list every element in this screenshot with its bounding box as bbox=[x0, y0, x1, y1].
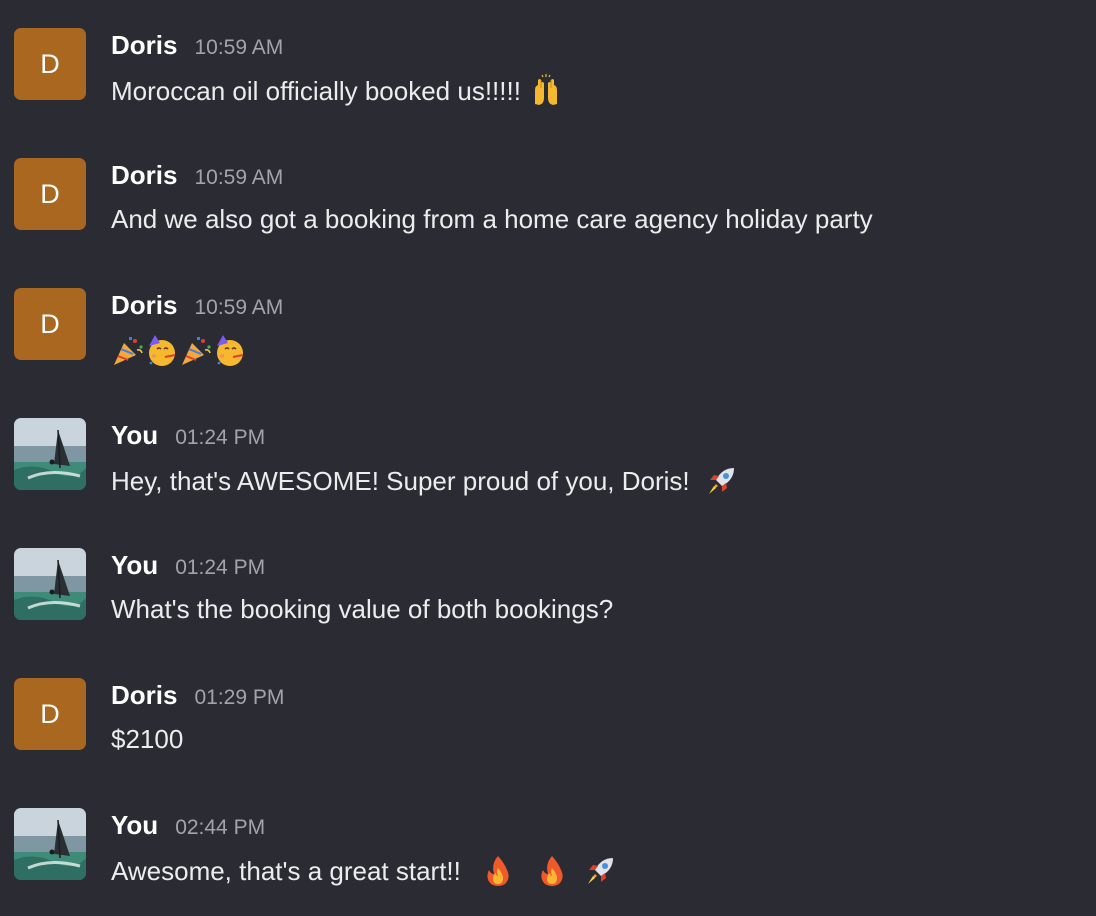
message-text-row: Awesome, that's a great start!! bbox=[111, 854, 617, 888]
avatar[interactable]: D bbox=[14, 158, 86, 230]
message-item: You 01:24 PM Hey, that's AWESOME! Super … bbox=[0, 390, 1096, 510]
avatar[interactable] bbox=[14, 418, 86, 490]
author-name[interactable]: Doris bbox=[111, 160, 177, 191]
author-name[interactable]: You bbox=[111, 420, 158, 451]
message-header: You 02:44 PM bbox=[111, 810, 265, 844]
avatar[interactable]: D bbox=[14, 28, 86, 100]
message-text-row: What's the booking value of both booking… bbox=[111, 594, 613, 625]
message-item: You 01:24 PM What's the booking value of… bbox=[0, 520, 1096, 640]
message-text-row: Hey, that's AWESOME! Super proud of you,… bbox=[111, 464, 738, 498]
message-text: Hey, that's AWESOME! Super proud of you,… bbox=[111, 465, 690, 496]
fire-icon bbox=[481, 854, 515, 888]
avatar[interactable] bbox=[14, 548, 86, 620]
message-text: And we also got a booking from a home ca… bbox=[111, 204, 873, 234]
fire-icon bbox=[535, 854, 569, 888]
message-item: D Doris 10:59 AM Moroccan oil officially… bbox=[0, 0, 1096, 120]
timestamp[interactable]: 01:29 PM bbox=[194, 686, 284, 710]
timestamp[interactable]: 10:59 AM bbox=[194, 296, 283, 320]
message-text: Awesome, that's a great start!! bbox=[111, 855, 461, 886]
partying-face-icon bbox=[145, 334, 179, 368]
message-feed: D Doris 10:59 AM Moroccan oil officially… bbox=[0, 0, 1096, 916]
author-name[interactable]: Doris bbox=[111, 680, 177, 711]
message-item: D Doris 10:59 AM And we also got a booki… bbox=[0, 130, 1096, 250]
message-text-row: And we also got a booking from a home ca… bbox=[111, 204, 873, 235]
message-item: You 02:44 PM Awesome, that's a great sta… bbox=[0, 780, 1096, 900]
rocket-icon bbox=[583, 854, 617, 888]
party-popper-icon bbox=[111, 334, 145, 368]
author-name[interactable]: Doris bbox=[111, 290, 177, 321]
author-name[interactable]: You bbox=[111, 550, 158, 581]
rocket-icon bbox=[704, 464, 738, 498]
message-text-row: $2100 bbox=[111, 724, 183, 755]
message-item: D Doris 01:29 PM $2100 bbox=[0, 650, 1096, 770]
author-name[interactable]: You bbox=[111, 810, 158, 841]
message-text: $2100 bbox=[111, 724, 184, 754]
raising-hands-icon bbox=[529, 74, 563, 108]
avatar[interactable]: D bbox=[14, 288, 86, 360]
message-header: Doris 01:29 PM bbox=[111, 680, 284, 714]
timestamp[interactable]: 10:59 AM bbox=[194, 166, 283, 190]
avatar[interactable]: D bbox=[14, 678, 86, 750]
message-header: You 01:24 PM bbox=[111, 550, 265, 584]
party-popper-icon bbox=[179, 334, 213, 368]
message-header: Doris 10:59 AM bbox=[111, 30, 283, 64]
message-text: Moroccan oil officially booked us!!!!! bbox=[111, 75, 521, 106]
timestamp[interactable]: 02:44 PM bbox=[175, 816, 265, 840]
author-name[interactable]: Doris bbox=[111, 30, 177, 61]
message-item: D Doris 10:59 AM bbox=[0, 260, 1096, 380]
message-header: You 01:24 PM bbox=[111, 420, 265, 454]
avatar[interactable] bbox=[14, 808, 86, 880]
timestamp[interactable]: 01:24 PM bbox=[175, 556, 265, 580]
message-header: Doris 10:59 AM bbox=[111, 160, 283, 194]
message-text-row bbox=[111, 334, 247, 368]
message-text: What's the booking value of both booking… bbox=[111, 594, 614, 624]
partying-face-icon bbox=[213, 334, 247, 368]
timestamp[interactable]: 01:24 PM bbox=[175, 426, 265, 450]
message-header: Doris 10:59 AM bbox=[111, 290, 283, 324]
timestamp[interactable]: 10:59 AM bbox=[194, 36, 283, 60]
message-text-row: Moroccan oil officially booked us!!!!! bbox=[111, 74, 563, 108]
